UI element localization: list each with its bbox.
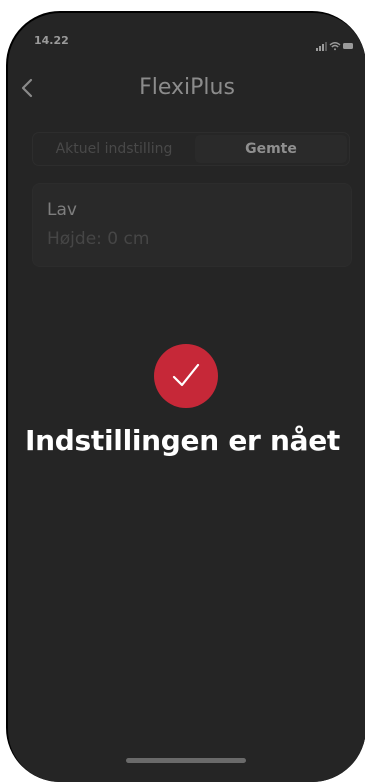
toast-message: Indstillingen er nået xyxy=(25,424,340,457)
status-time: 14.22 xyxy=(34,34,69,47)
checkmark-icon xyxy=(154,344,218,408)
nav-bar: FlexiPlus xyxy=(8,69,365,109)
saved-setting-card[interactable]: Lav Højde: 0 cm xyxy=(32,183,352,267)
battery-icon xyxy=(343,43,353,49)
home-indicator[interactable] xyxy=(126,758,246,763)
setting-height: Højde: 0 cm xyxy=(47,229,150,249)
setting-name: Lav xyxy=(47,200,77,220)
status-icons xyxy=(316,36,354,51)
wifi-icon xyxy=(329,42,341,51)
page-title: FlexiPlus xyxy=(139,75,235,100)
tab-current-setting[interactable]: Aktuel indstilling xyxy=(35,135,193,163)
tab-saved[interactable]: Gemte xyxy=(195,135,347,163)
segmented-control: Aktuel indstilling Gemte xyxy=(32,132,350,166)
status-bar: 14.22 xyxy=(8,13,365,57)
signal-icon xyxy=(316,42,327,51)
